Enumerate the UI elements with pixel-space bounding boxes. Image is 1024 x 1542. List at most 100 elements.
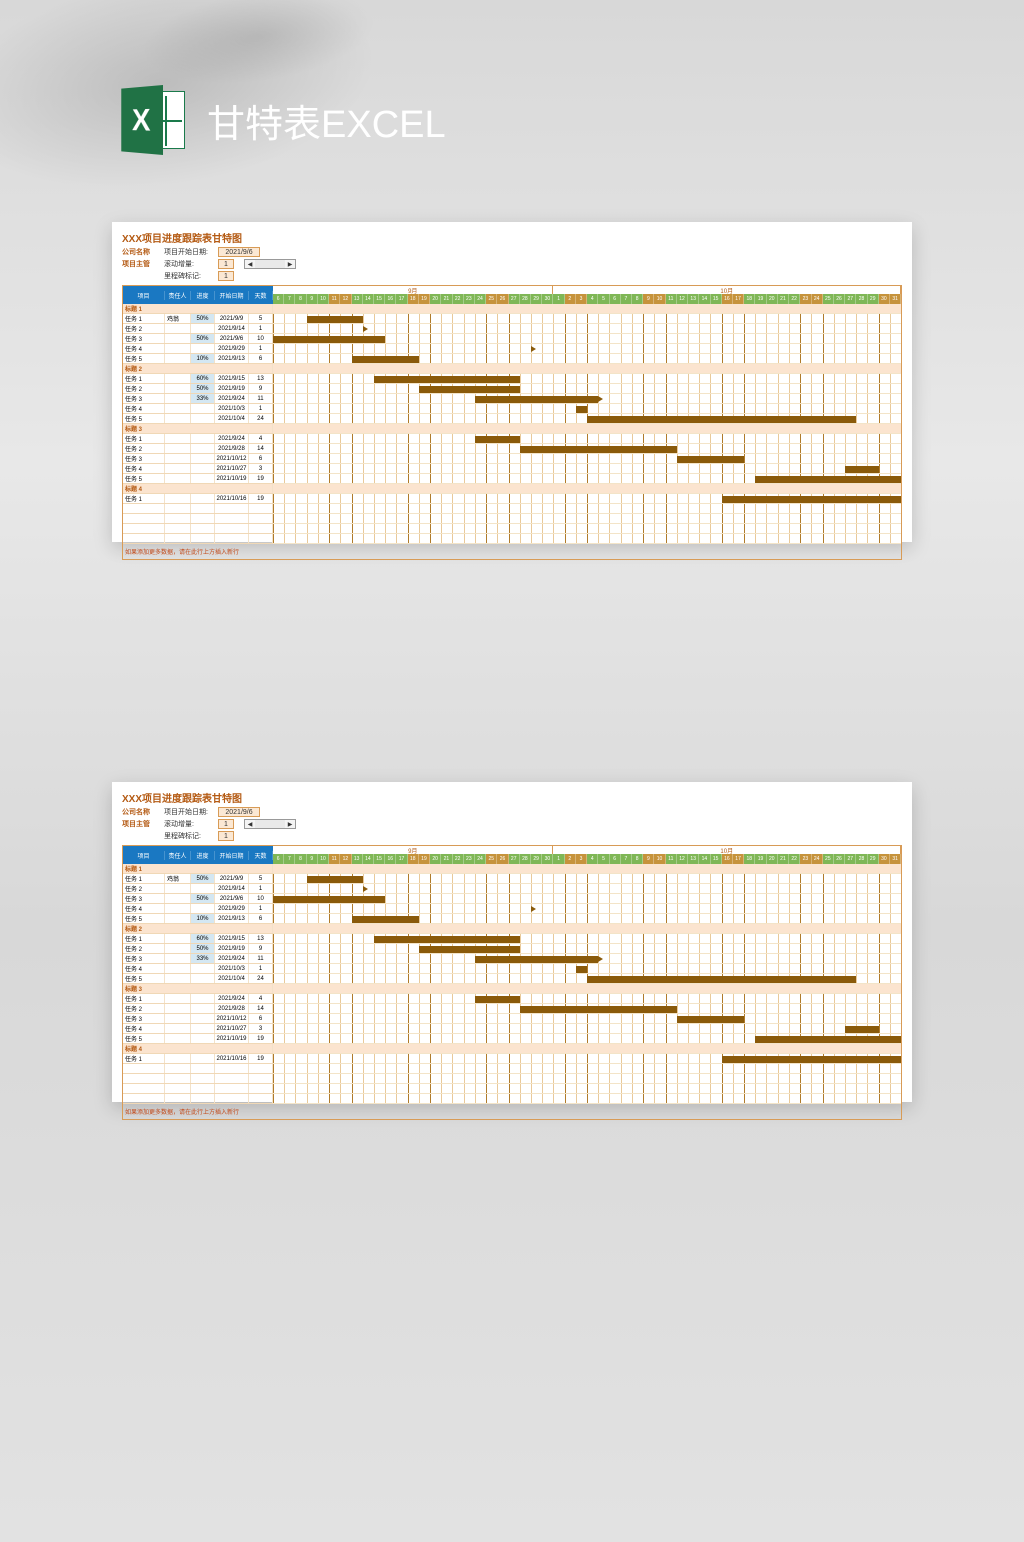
task-days: 1 — [249, 344, 273, 353]
gantt-bar[interactable] — [845, 466, 879, 473]
milestone-value[interactable]: 1 — [218, 271, 234, 281]
task-progress: 10% — [191, 914, 215, 923]
gantt-bar[interactable] — [307, 876, 363, 883]
scroll-left-icon[interactable]: ◀ — [245, 260, 255, 268]
gantt-bar[interactable] — [273, 896, 385, 903]
group-row[interactable]: 标题 3 — [123, 984, 273, 994]
task-row[interactable]: 任务 3 33% 2021/9/24 11 — [123, 954, 273, 964]
task-row[interactable]: 任务 1 60% 2021/9/15 13 — [123, 374, 273, 384]
gantt-bar[interactable] — [755, 476, 901, 483]
task-row[interactable]: 任务 4 2021/10/3 1 — [123, 404, 273, 414]
task-row[interactable]: 任务 5 10% 2021/9/13 6 — [123, 354, 273, 364]
day-cell: 28 — [856, 854, 867, 864]
task-days: 13 — [249, 374, 273, 383]
task-row — [123, 524, 273, 534]
task-row[interactable]: 任务 2 50% 2021/9/19 9 — [123, 944, 273, 954]
task-row[interactable]: 任务 1 鸡翁 50% 2021/9/9 5 — [123, 874, 273, 884]
gantt-bar[interactable] — [419, 386, 520, 393]
gantt-bar[interactable] — [475, 436, 520, 443]
task-start: 2021/9/29 — [215, 344, 249, 353]
gantt-bar[interactable] — [419, 946, 520, 953]
task-row[interactable]: 任务 3 2021/10/12 6 — [123, 454, 273, 464]
gantt-bar[interactable] — [374, 936, 520, 943]
task-row[interactable]: 任务 1 2021/9/24 4 — [123, 994, 273, 1004]
task-row[interactable]: 任务 1 2021/10/16 19 — [123, 494, 273, 504]
gantt-bar[interactable] — [520, 446, 677, 453]
group-row[interactable]: 标题 1 — [123, 864, 273, 874]
gantt-bar[interactable] — [677, 1016, 744, 1023]
gantt-bar[interactable] — [307, 316, 363, 323]
gantt-bar[interactable] — [576, 966, 587, 973]
scroll-control[interactable]: ◀ ▶ — [244, 259, 296, 269]
task-row — [123, 1074, 273, 1084]
day-cell: 7 — [284, 854, 295, 864]
task-row[interactable]: 任务 5 2021/10/4 24 — [123, 414, 273, 424]
task-start: 2021/9/9 — [215, 314, 249, 323]
scroll-track[interactable] — [255, 820, 285, 828]
task-owner — [165, 884, 191, 893]
task-row[interactable]: 任务 4 2021/10/27 3 — [123, 464, 273, 474]
task-start: 2021/9/24 — [215, 394, 249, 403]
group-name: 标题 4 — [123, 1044, 273, 1053]
gantt-bar[interactable] — [475, 996, 520, 1003]
task-row[interactable]: 任务 4 2021/10/3 1 — [123, 964, 273, 974]
task-row[interactable]: 任务 1 2021/9/24 4 — [123, 434, 273, 444]
task-row[interactable]: 任务 3 2021/10/12 6 — [123, 1014, 273, 1024]
gantt-panel: 9月 10月6789101112131415161718192021222324… — [273, 286, 901, 559]
task-row[interactable]: 任务 4 2021/9/29 1 — [123, 904, 273, 914]
gantt-bar[interactable] — [352, 916, 419, 923]
task-row[interactable]: 任务 5 2021/10/4 24 — [123, 974, 273, 984]
milestone-value[interactable]: 1 — [218, 831, 234, 841]
gantt-bar[interactable] — [722, 496, 901, 503]
scroll-step-value[interactable]: 1 — [218, 819, 234, 829]
day-cell: 13 — [352, 854, 363, 864]
start-date-value[interactable]: 2021/9/6 — [218, 247, 260, 257]
task-row[interactable]: 任务 4 2021/10/27 3 — [123, 1024, 273, 1034]
gantt-bar[interactable] — [587, 976, 856, 983]
group-row[interactable]: 标题 4 — [123, 484, 273, 494]
gantt-bar[interactable] — [520, 1006, 677, 1013]
group-row[interactable]: 标题 3 — [123, 424, 273, 434]
group-row[interactable]: 标题 1 — [123, 304, 273, 314]
day-cell: 9 — [307, 854, 318, 864]
task-row[interactable]: 任务 3 33% 2021/9/24 11 — [123, 394, 273, 404]
task-row[interactable]: 任务 5 2021/10/19 19 — [123, 474, 273, 484]
gantt-bar[interactable] — [475, 396, 598, 403]
group-row[interactable]: 标题 4 — [123, 1044, 273, 1054]
task-row[interactable]: 任务 2 50% 2021/9/19 9 — [123, 384, 273, 394]
task-row[interactable]: 任务 5 10% 2021/9/13 6 — [123, 914, 273, 924]
scroll-step-value[interactable]: 1 — [218, 259, 234, 269]
task-row[interactable]: 任务 4 2021/9/29 1 — [123, 344, 273, 354]
gantt-bar[interactable] — [352, 356, 419, 363]
scroll-right-icon[interactable]: ▶ — [285, 260, 295, 268]
task-row[interactable]: 任务 5 2021/10/19 19 — [123, 1034, 273, 1044]
gantt-bar[interactable] — [845, 1026, 879, 1033]
task-row[interactable]: 任务 3 50% 2021/9/6 10 — [123, 894, 273, 904]
task-row[interactable]: 任务 2 2021/9/28 14 — [123, 444, 273, 454]
group-row[interactable]: 标题 2 — [123, 924, 273, 934]
gantt-bar[interactable] — [587, 416, 856, 423]
task-row[interactable]: 任务 2 2021/9/14 1 — [123, 324, 273, 334]
gantt-bar[interactable] — [755, 1036, 901, 1043]
scroll-right-icon[interactable]: ▶ — [285, 820, 295, 828]
gantt-bar[interactable] — [677, 456, 744, 463]
task-row[interactable]: 任务 2 2021/9/28 14 — [123, 1004, 273, 1014]
group-row[interactable]: 标题 2 — [123, 364, 273, 374]
task-row[interactable]: 任务 2 2021/9/14 1 — [123, 884, 273, 894]
scroll-track[interactable] — [255, 260, 285, 268]
scroll-control[interactable]: ◀ ▶ — [244, 819, 296, 829]
gantt-bar[interactable] — [374, 376, 520, 383]
gantt-bar[interactable] — [576, 406, 587, 413]
gantt-bar[interactable] — [475, 956, 598, 963]
task-row[interactable]: 任务 1 2021/10/16 19 — [123, 1054, 273, 1064]
day-cell: 12 — [340, 854, 351, 864]
gantt-bar[interactable] — [722, 1056, 901, 1063]
gantt-bar[interactable] — [273, 336, 385, 343]
day-cell: 2 — [565, 294, 576, 304]
task-row[interactable]: 任务 1 鸡翁 50% 2021/9/9 5 — [123, 314, 273, 324]
task-start: 2021/9/28 — [215, 1004, 249, 1013]
task-row[interactable]: 任务 3 50% 2021/9/6 10 — [123, 334, 273, 344]
start-date-value[interactable]: 2021/9/6 — [218, 807, 260, 817]
task-row[interactable]: 任务 1 60% 2021/9/15 13 — [123, 934, 273, 944]
scroll-left-icon[interactable]: ◀ — [245, 820, 255, 828]
